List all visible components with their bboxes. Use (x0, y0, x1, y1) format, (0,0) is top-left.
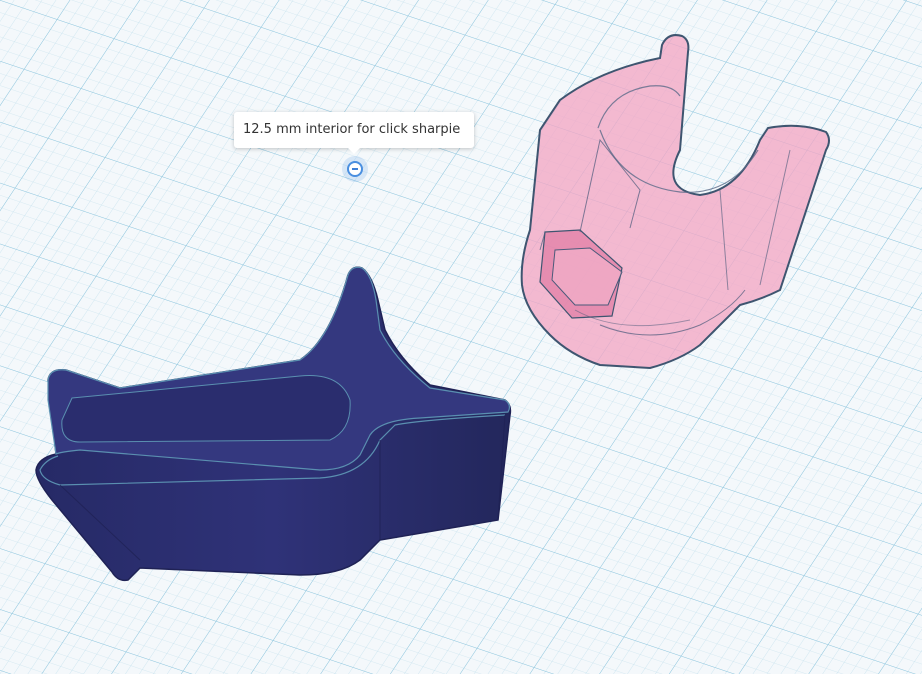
note-tooltip: 12.5 mm interior for click sharpie (234, 112, 474, 154)
workplane-scene[interactable] (0, 0, 922, 674)
note-pin-button[interactable] (342, 156, 368, 182)
workplane-grid-major (0, 0, 922, 674)
minus-circle-icon (347, 161, 363, 177)
note-text: 12.5 mm interior for click sharpie (243, 122, 461, 137)
3d-viewport[interactable]: 12.5 mm interior for click sharpie (0, 0, 922, 674)
